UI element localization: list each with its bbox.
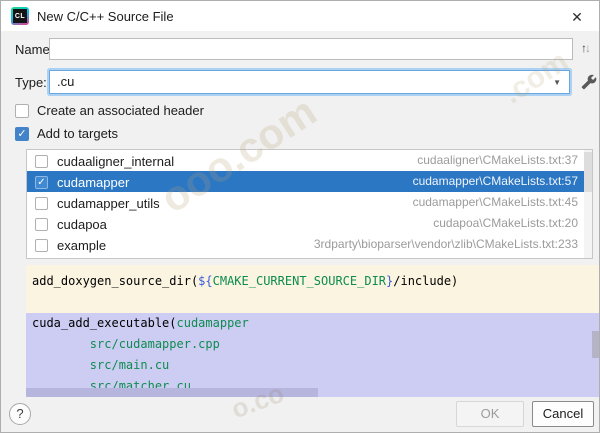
- target-label: cudaaligner_internal: [57, 154, 175, 170]
- target-row[interactable]: cudapoa cudapoa\CMakeLists.txt:20: [27, 213, 592, 234]
- code-segment: cudamapper: [176, 316, 249, 330]
- target-label: cudamapper_utils: [57, 196, 160, 212]
- target-path: 3rdparty\bioparser\vendor\zlib\CMakeList…: [313, 237, 578, 251]
- wrench-icon[interactable]: [581, 74, 597, 90]
- name-label: Name:: [15, 42, 54, 57]
- clion-app-icon: CL: [11, 7, 29, 25]
- cmake-preview: add_doxygen_source_dir(${CMAKE_CURRENT_S…: [26, 265, 599, 397]
- code-line: cuda_add_executable(cudamapper: [26, 313, 599, 334]
- target-path: cudaaligner\CMakeLists.txt:37: [417, 153, 578, 167]
- name-input[interactable]: [49, 38, 573, 60]
- add-to-targets-checkbox[interactable]: ✓: [15, 126, 29, 141]
- target-checkbox[interactable]: [35, 197, 48, 211]
- type-combobox[interactable]: .cu ▼: [49, 70, 570, 94]
- code-segment: /include): [393, 274, 459, 288]
- code-line: src/cudamapper.cpp: [26, 334, 599, 355]
- titlebar: CL New C/C++ Source File ✕: [1, 1, 599, 31]
- create-header-checkbox[interactable]: [15, 103, 29, 118]
- code-segment: src/main.cu: [32, 358, 170, 372]
- type-value: .cu: [57, 74, 75, 89]
- target-checkbox[interactable]: ✓: [35, 176, 48, 190]
- target-row[interactable]: cudaaligner_internal cudaaligner\CMakeLis…: [27, 150, 592, 171]
- list-scrollbar-thumb[interactable]: [584, 152, 592, 192]
- dialog-title: New C/C++ Source File: [37, 9, 174, 24]
- code-segment: CMAKE_CURRENT_SOURCE_DIR: [212, 274, 387, 288]
- target-row[interactable]: example 3rdparty\bioparser\vendor\zlib\CM…: [27, 234, 592, 255]
- target-path: cudamapper\CMakeLists.txt:57: [412, 174, 578, 188]
- target-row[interactable]: ✓ cudamapper cudamapper\CMakeLists.txt:57: [27, 171, 592, 192]
- code-segment: cuda_add_executable(: [32, 316, 177, 330]
- code-line: src/main.cu: [26, 355, 599, 376]
- target-checkbox[interactable]: [35, 155, 48, 169]
- target-label: cudamapper: [57, 175, 130, 191]
- target-label: cudapoa: [57, 217, 107, 233]
- cancel-button[interactable]: Cancel: [532, 401, 594, 427]
- code-segment: add_doxygen_source_dir(: [32, 274, 199, 288]
- target-path: cudamapper\CMakeLists.txt:45: [412, 195, 578, 209]
- type-label: Type:: [15, 75, 47, 90]
- target-label: example: [57, 238, 107, 254]
- add-to-targets-row: ✓ Add to targets: [15, 125, 118, 141]
- code-line: add_doxygen_source_dir(${CMAKE_CURRENT_S…: [26, 271, 599, 292]
- new-source-file-dialog: CL New C/C++ Source File ✕ Name: ↑↓ Type…: [0, 0, 600, 433]
- list-scrollbar-track[interactable]: [584, 150, 592, 258]
- code-segment: ${: [198, 274, 213, 288]
- chevron-down-icon[interactable]: ▼: [553, 78, 561, 87]
- ok-button[interactable]: OK: [456, 401, 524, 427]
- targets-list: cudaaligner_internal cudaaligner\CMakeLis…: [26, 149, 593, 259]
- close-icon[interactable]: ✕: [567, 7, 587, 27]
- target-path: cudapoa\CMakeLists.txt:20: [433, 216, 578, 230]
- target-checkbox[interactable]: [35, 218, 48, 232]
- add-to-targets-label: Add to targets: [37, 126, 118, 142]
- vertical-scrollbar-thumb[interactable]: [592, 331, 599, 358]
- history-updown-icon[interactable]: ↑↓: [581, 41, 591, 55]
- target-row[interactable]: cudamapper_utils cudamapper\CMakeLists.tx…: [27, 192, 592, 213]
- horizontal-scrollbar-thumb[interactable]: [26, 388, 318, 397]
- code-segment: src/cudamapper.cpp: [32, 337, 220, 351]
- create-header-label: Create an associated header: [37, 103, 204, 119]
- help-button[interactable]: ?: [9, 403, 31, 425]
- target-checkbox[interactable]: [35, 239, 48, 253]
- create-header-row: Create an associated header: [15, 102, 204, 118]
